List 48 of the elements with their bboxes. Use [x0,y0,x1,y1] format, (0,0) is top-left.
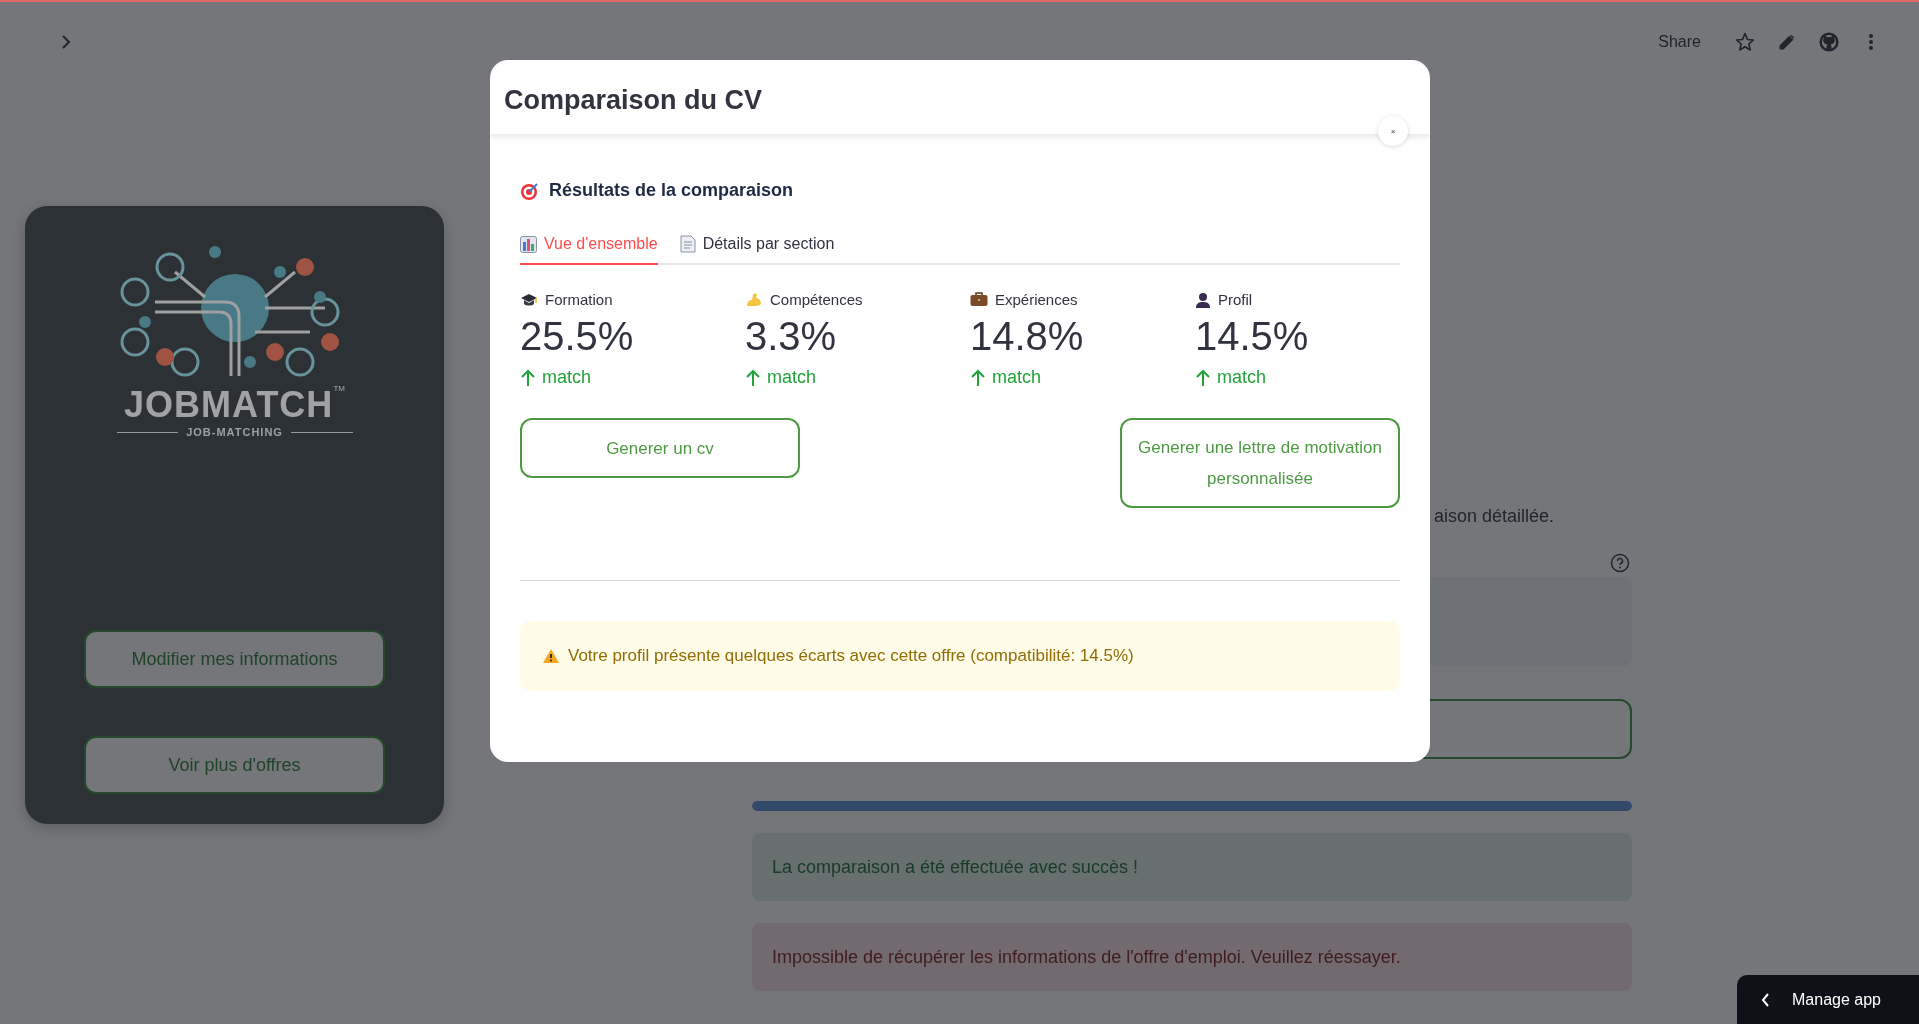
metric-delta: match [1217,367,1267,388]
chevron-right-icon [61,34,71,50]
metric-value: 3.3% [745,314,838,359]
document-icon [679,235,696,253]
graduation-cap-icon [520,292,538,307]
arrow-up-icon [1195,368,1211,387]
results-heading: Résultats de la comparaison [549,180,794,201]
metric-label: Expériences [995,291,1078,308]
arrow-up-icon [970,368,986,387]
warning-icon [542,648,560,664]
logo-wordmark: JOBMATCH [124,384,334,426]
share-link[interactable]: Share [1658,33,1701,51]
star-icon [1735,32,1755,52]
help-icon[interactable] [1610,553,1630,573]
metric-delta: match [992,367,1042,388]
card-button[interactable]: Modifier mes informations [84,630,385,688]
success-alert: La comparaison a été effectuée avec succès ! [752,833,1632,901]
metric-delta: match [767,367,817,388]
metric-label: Profil [1218,291,1253,308]
pencil-icon [1778,33,1796,51]
arrow-up-icon [745,368,761,387]
tab[interactable]: Vue d'ensemble [520,235,658,265]
close-button[interactable]: × [1378,116,1408,146]
bar-chart-icon [520,235,537,253]
description-text: aison détaillée. [1434,506,1556,527]
target-icon [520,180,540,201]
warning-text: Votre profil présente quelques écarts avec cette offre (compatibilité: 14.5%) [568,646,1134,666]
metric-value: 14.5% [1195,314,1310,359]
logo-tagline: JOB-MATCHING [186,426,283,438]
more-vertical-icon [1868,33,1874,51]
metric-value: 25.5% [520,314,635,359]
generate-button[interactable]: Generer un cv [520,418,800,478]
dialog-title: Comparaison du CV [504,85,763,116]
manage-app-button[interactable]: Manage app [1737,975,1919,1024]
metric-value: 14.8% [970,314,1085,359]
briefcase-icon [970,292,988,307]
github-icon [1819,32,1839,52]
person-icon [1195,291,1211,308]
card-button[interactable]: Voir plus d'offres [84,736,385,794]
chevron-left-icon [1761,992,1770,1007]
trademark-mark: TM [333,384,345,393]
generate-button[interactable]: Generer une lettre de motivation personnalisée [1120,418,1400,508]
arrow-up-icon [520,368,536,387]
metric-label: Compétences [770,291,863,308]
tab[interactable]: Détails par section [679,235,835,265]
metric-label: Formation [545,291,613,308]
error-alert: Impossible de récupérer les informations de l'offre d'emploi. Veuillez réessayer. [752,923,1632,991]
metric-delta: match [542,367,592,388]
